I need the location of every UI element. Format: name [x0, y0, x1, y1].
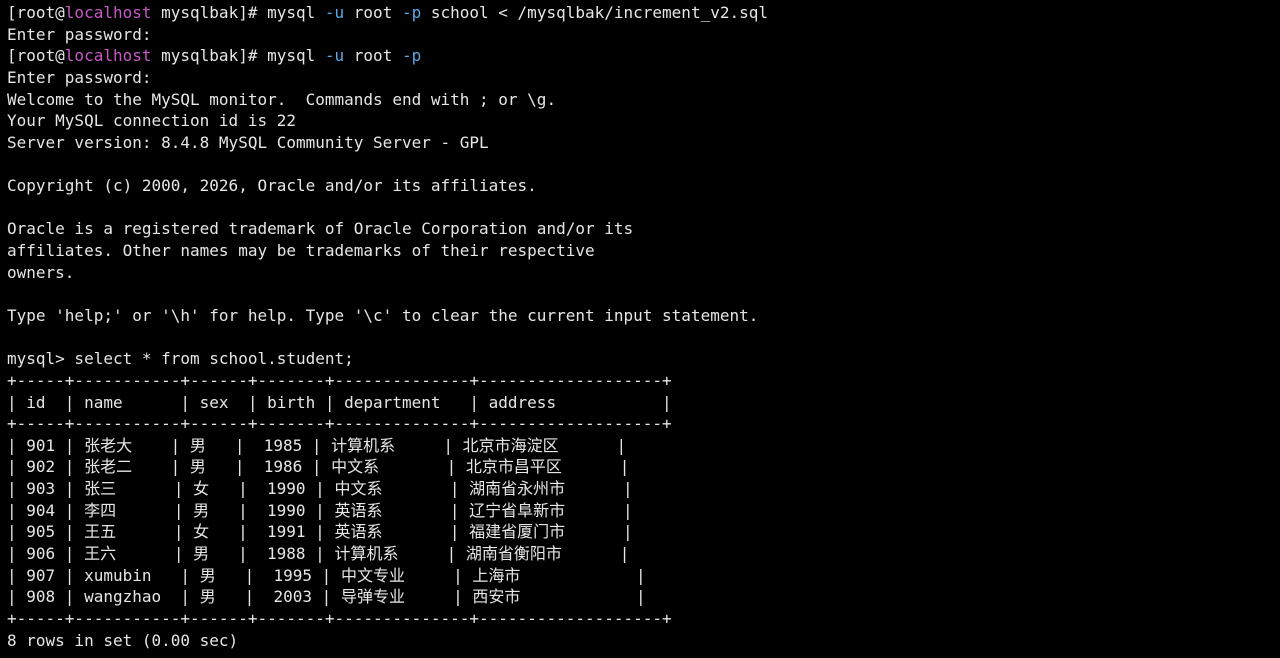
table-cell-department: 中文专业	[340, 565, 405, 585]
table-cell-department: 中文系	[331, 457, 380, 477]
table-cell-sex: 男	[193, 500, 210, 520]
prompt-user: [root@	[7, 3, 65, 22]
table-cell-sex: 女	[193, 479, 210, 499]
enter-password-line: Enter password:	[7, 67, 152, 87]
table-cell-name: wangzhao	[84, 587, 162, 607]
table-cell-department: 英语系	[334, 500, 383, 520]
prompt-host: localhost	[64, 46, 152, 66]
table-cell-name: 张老大	[84, 435, 133, 455]
prompt-user: [root@	[7, 46, 65, 66]
prompt-dir: mysqlbak]#	[151, 3, 268, 22]
table-cell-sex: 男	[193, 544, 210, 564]
terminal-window[interactable]: [root@localhost mysqlbak]# mysql -u root…	[0, 0, 1280, 658]
table-cell-sex: 男	[199, 565, 216, 585]
table-cell-department: 英语系	[334, 522, 383, 542]
table-cell-birth: 1985	[263, 435, 303, 455]
help-line: Type 'help;' or '\h' for help. Type '\c'…	[7, 305, 759, 325]
table-cell-birth: 1986	[263, 457, 303, 477]
table-cell-department: 计算机系	[334, 544, 399, 564]
command-flag-u: -u	[324, 3, 345, 22]
table-cell-address: 辽宁省阜新市	[469, 500, 566, 520]
table-cell-address: 湖南省衡阳市	[465, 544, 562, 564]
table-cell-id: 902	[26, 457, 56, 477]
table-cell-id: 906	[26, 544, 56, 564]
table-cell-address: 上海市	[472, 565, 521, 585]
table-body: | 901 | 张老大 | 男 | 1985 | 计算机系 | 北京市海淀区 |…	[7, 435, 1280, 608]
table-cell-birth: 1991	[267, 522, 306, 542]
table-cell-id: 903	[26, 479, 56, 499]
command-flag-p: -p	[401, 46, 422, 66]
command-text: root	[344, 3, 402, 22]
copyright-line: Copyright (c) 2000, 2026, Oracle and/or …	[7, 176, 537, 196]
table-cell-birth: 1995	[273, 565, 313, 585]
table-cell-sex: 女	[193, 522, 210, 542]
command-flag-p: -p	[401, 3, 422, 22]
table-cell-birth: 1988	[267, 544, 306, 564]
table-row: | 907 | xumubin | 男 | 1995 | 中文专业 | 上海市 …	[7, 565, 646, 585]
result-summary: 8 rows in set (0.00 sec)	[7, 630, 239, 650]
trademark-line: affiliates. Other names may be trademark…	[7, 241, 595, 261]
table-cell-name: xumubin	[84, 565, 152, 585]
table-row: | 901 | 张老大 | 男 | 1985 | 计算机系 | 北京市海淀区 |	[7, 435, 627, 455]
table-cell-id: 907	[26, 565, 56, 585]
table-cell-name: 张三	[84, 479, 117, 499]
server-version-line: Server version: 8.4.8 MySQL Community Se…	[7, 132, 489, 152]
table-cell-address: 湖南省永州市	[469, 479, 566, 499]
table-row: | 908 | wangzhao | 男 | 2003 | 导弹专业 | 西安市…	[7, 587, 646, 607]
table-row: | 904 | 李四 | 男 | 1990 | 英语系 | 辽宁省阜新市 |	[7, 500, 633, 520]
table-cell-department: 中文系	[334, 479, 383, 499]
connection-id-line: Your MySQL connection id is 22	[7, 111, 296, 131]
prompt-dir: mysqlbak]#	[151, 46, 268, 66]
table-cell-id: 905	[26, 522, 56, 542]
table-border: +-----+-----------+------+-------+------…	[7, 608, 672, 628]
query-line: mysql> select * from school.student;	[7, 349, 354, 369]
welcome-line: Welcome to the MySQL monitor. Commands e…	[7, 89, 557, 109]
table-cell-id: 904	[26, 500, 56, 520]
table-border: +-----+-----------+------+-------+------…	[7, 414, 672, 434]
command-text: school < /mysqlbak/increment_v2.sql	[421, 3, 768, 22]
table-cell-sex: 男	[189, 457, 206, 477]
table-cell-sex: 男	[189, 435, 206, 455]
table-border: +-----+-----------+------+-------+------…	[7, 370, 672, 390]
enter-password-line: Enter password:	[7, 24, 152, 44]
table-cell-address: 西安市	[472, 587, 521, 607]
table-cell-birth: 1990	[267, 500, 306, 520]
command-text: mysql	[267, 46, 325, 66]
command-flag-u: -u	[324, 46, 345, 66]
prompt-host: localhost	[64, 3, 152, 22]
command-text: mysql	[267, 3, 325, 22]
table-header: | id | name | sex | birth | department |…	[7, 392, 672, 412]
table-cell-name: 王五	[84, 522, 117, 542]
table-row: | 906 | 王六 | 男 | 1988 | 计算机系 | 湖南省衡阳市 |	[7, 544, 630, 564]
table-cell-address: 福建省厦门市	[469, 522, 566, 542]
table-cell-id: 908	[26, 587, 56, 607]
table-row: | 905 | 王五 | 女 | 1991 | 英语系 | 福建省厦门市 |	[7, 522, 633, 542]
command-text: root	[344, 46, 402, 66]
table-row: | 903 | 张三 | 女 | 1990 | 中文系 | 湖南省永州市 |	[7, 479, 633, 499]
table-cell-department: 导弹专业	[340, 587, 405, 607]
table-row: | 902 | 张老二 | 男 | 1986 | 中文系 | 北京市昌平区 |	[7, 457, 630, 477]
trademark-line: owners.	[7, 262, 75, 282]
table-cell-department: 计算机系	[331, 435, 396, 455]
table-cell-address: 北京市昌平区	[465, 457, 562, 477]
table-cell-sex: 男	[199, 587, 216, 607]
table-cell-name: 张老二	[84, 457, 133, 477]
table-cell-name: 李四	[84, 500, 117, 520]
table-cell-id: 901	[26, 435, 56, 455]
command-line-2: [root@localhost mysqlbak]# mysql -u root…	[7, 45, 1280, 67]
table-cell-address: 北京市海淀区	[462, 435, 559, 455]
trademark-line: Oracle is a registered trademark of Orac…	[7, 219, 634, 239]
table-cell-name: 王六	[84, 544, 117, 564]
table-cell-birth: 1990	[267, 479, 306, 499]
command-line-1: [root@localhost mysqlbak]# mysql -u root…	[7, 2, 1280, 24]
table-cell-birth: 2003	[273, 587, 313, 607]
